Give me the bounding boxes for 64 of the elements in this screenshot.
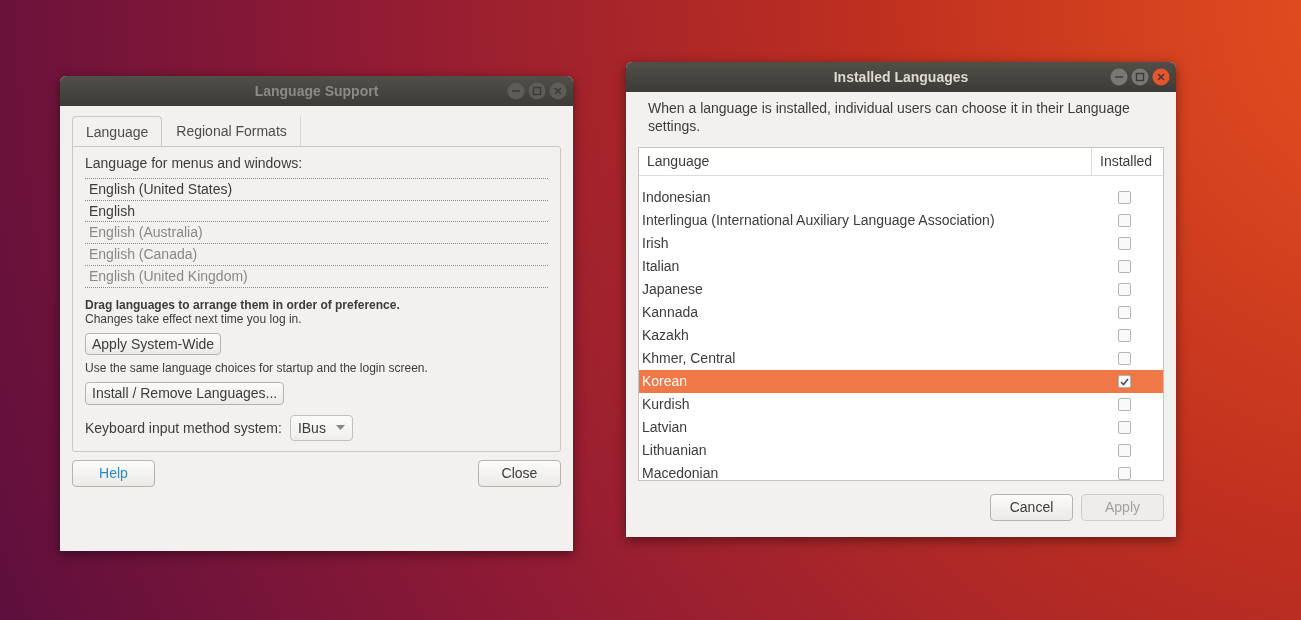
checkbox[interactable]: [1117, 444, 1131, 457]
table-row[interactable]: Irish: [639, 232, 1163, 255]
language-name: Interlingua (International Auxiliary Language Association): [642, 211, 996, 230]
checkbox[interactable]: [1117, 191, 1131, 204]
language-item[interactable]: English: [85, 200, 548, 223]
cancel-button[interactable]: Cancel: [990, 494, 1073, 521]
drag-hint: Drag languages to arrange them in order of preference.: [85, 297, 401, 313]
checkbox[interactable]: [1117, 260, 1131, 273]
checkbox[interactable]: [1117, 398, 1131, 411]
checkbox[interactable]: [1117, 352, 1131, 365]
close-button[interactable]: Close: [478, 460, 561, 488]
close-button[interactable]: [1152, 68, 1170, 86]
language-name: Irish: [642, 234, 670, 253]
language-name: Japanese: [642, 280, 704, 299]
tab[interactable]: Regional Formats: [162, 116, 301, 146]
checkbox[interactable]: [1117, 421, 1131, 434]
close-button[interactable]: [549, 82, 567, 100]
table-row[interactable]: Indonesian: [639, 186, 1163, 209]
table-row[interactable]: Interlingua (International Auxiliary Language Association): [639, 209, 1163, 232]
window-title: Language Support: [254, 81, 379, 101]
language-name: Indonesian: [642, 188, 712, 207]
section-label: Language for menus and windows:: [85, 155, 304, 172]
table-row[interactable]: Kannada: [639, 301, 1163, 324]
language-name: Lithuanian: [642, 441, 708, 460]
language-name: Kurdish: [642, 395, 691, 414]
language-name: Kazakh: [642, 326, 690, 345]
table-row[interactable]: Macedonian: [639, 462, 1163, 480]
column-header[interactable]: Language: [639, 151, 1091, 172]
table-row[interactable]: Lithuanian: [639, 439, 1163, 462]
login-hint: Changes take effect next time you log in.: [85, 312, 303, 327]
language-item[interactable]: English (United States): [85, 177, 548, 201]
table-row[interactable]: Latvian: [639, 416, 1163, 439]
install-remove-button[interactable]: Install / Remove Languages...: [85, 381, 285, 405]
description: When a language is installed, individual users can choose it in their Language settings.: [647, 100, 1131, 135]
table-row[interactable]: Kazakh: [639, 324, 1163, 347]
column-header[interactable]: Installed: [1091, 148, 1163, 175]
tab[interactable]: Language: [72, 116, 163, 147]
language-name: Italian: [642, 257, 681, 276]
caret-icon: [335, 425, 345, 431]
maximize-button[interactable]: [1131, 68, 1149, 86]
language-name: Latvian: [642, 418, 689, 437]
minimize-button[interactable]: [507, 82, 525, 100]
minimize-button[interactable]: [1110, 68, 1128, 86]
table-row[interactable]: Khmer, Central: [639, 347, 1163, 370]
language-name: Kannada: [642, 303, 700, 322]
maximize-button[interactable]: [528, 82, 546, 100]
apply-note: Use the same language choices for startup and the login screen.: [85, 361, 429, 376]
checkbox[interactable]: [1117, 329, 1131, 342]
input-method-dropdown[interactable]: IBus: [289, 414, 353, 442]
keyboard-label: Keyboard input method system:: [85, 419, 282, 437]
table-row[interactable]: Kurdish: [639, 393, 1163, 416]
checkbox[interactable]: [1117, 237, 1131, 250]
window-title: Installed Languages: [833, 67, 969, 87]
language-name: Macedonian: [642, 464, 720, 480]
apply-system-wide-button[interactable]: Apply System-Wide: [85, 332, 222, 356]
table-row[interactable]: Italian: [639, 255, 1163, 278]
checkbox[interactable]: [1117, 306, 1131, 319]
language-name: Khmer, Central: [642, 349, 737, 368]
checkbox[interactable]: [1117, 214, 1131, 227]
table-row[interactable]: Japanese: [639, 278, 1163, 301]
checkbox[interactable]: [1117, 375, 1131, 388]
language-name: Korean: [642, 372, 689, 391]
checkbox[interactable]: [1117, 467, 1131, 480]
checkbox[interactable]: [1117, 283, 1131, 296]
